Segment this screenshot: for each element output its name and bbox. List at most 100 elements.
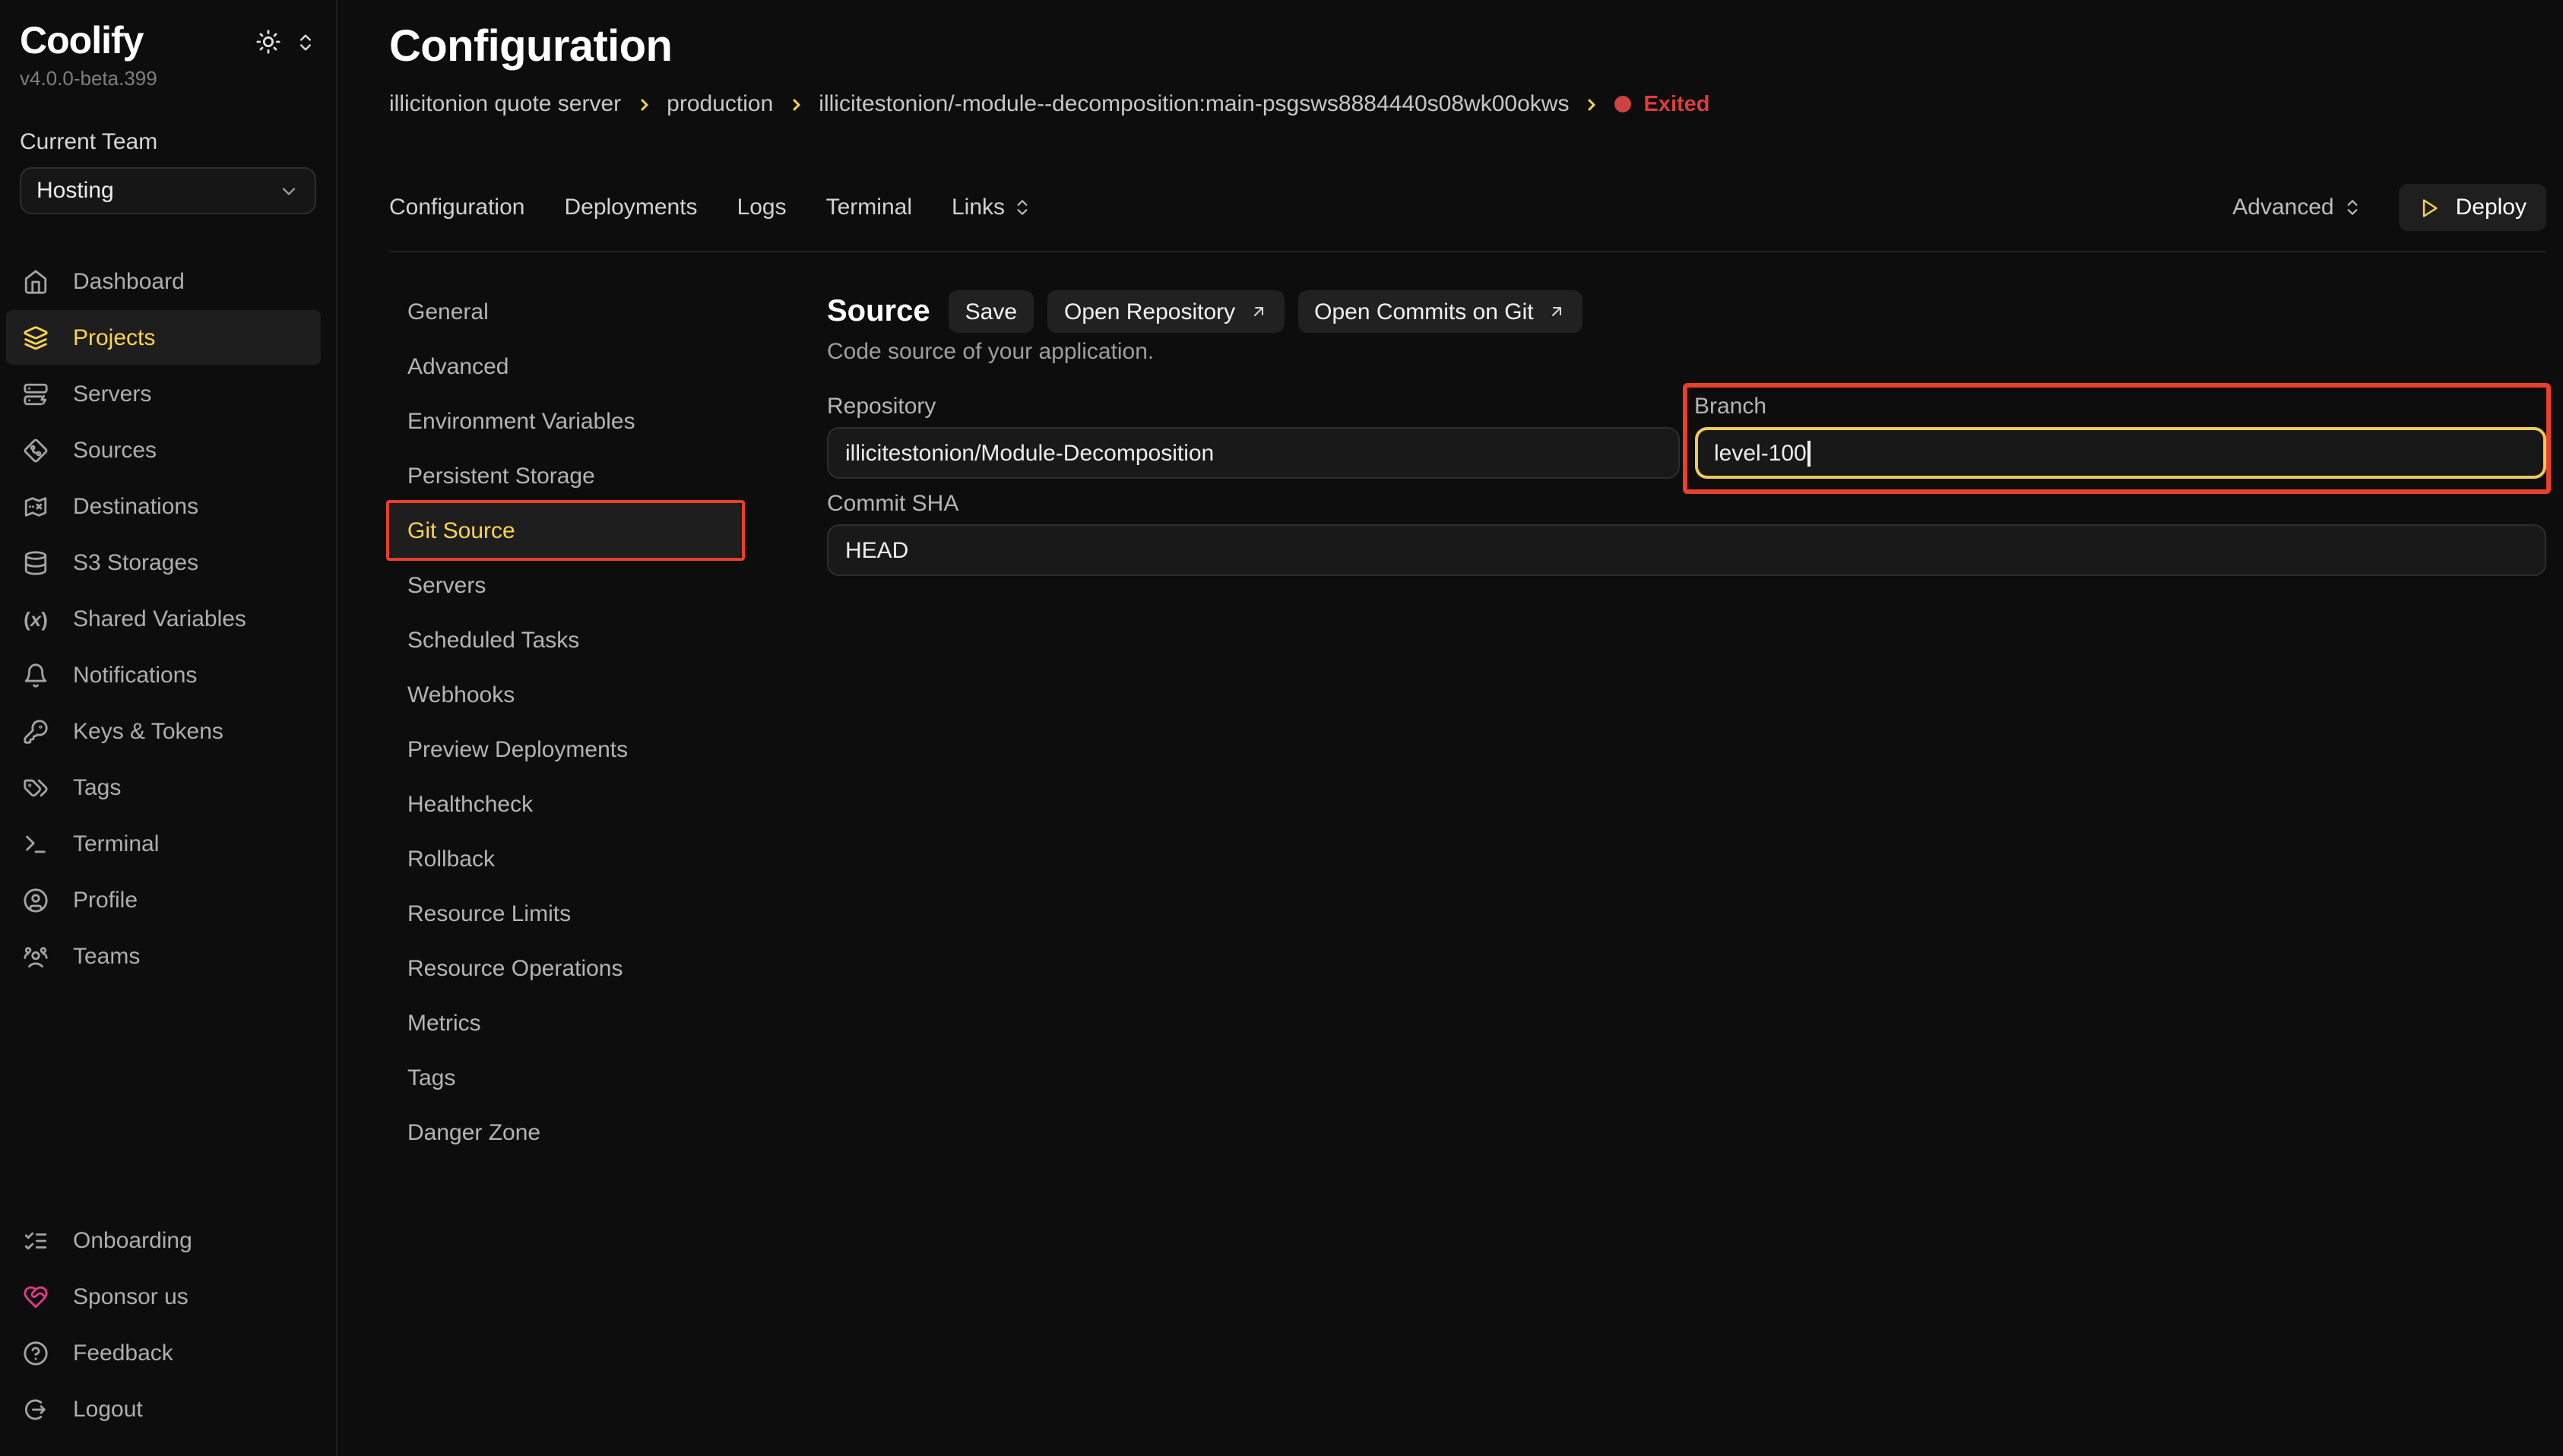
subnav-item-environment-variables[interactable]: Environment Variables [389, 394, 742, 448]
logout-icon [23, 1396, 49, 1422]
user-icon [23, 887, 49, 913]
sidebar-item-projects[interactable]: Projects [6, 310, 321, 365]
users-icon [23, 943, 49, 969]
app-logo: Coolify [20, 18, 143, 64]
sidebar-item-shared-variables[interactable]: (x) Shared Variables [6, 591, 321, 646]
team-select-value: Hosting [36, 178, 114, 204]
subnav-item-general[interactable]: General [389, 284, 742, 339]
play-icon [2419, 197, 2441, 218]
chevron-right-icon [635, 96, 653, 114]
subnav-item-rollback[interactable]: Rollback [389, 831, 742, 886]
branch-label: Branch [1694, 394, 2546, 419]
layers-icon [23, 324, 49, 350]
subnav-item-git-source[interactable]: Git Source [389, 503, 742, 558]
sidebar-item-s3-storages[interactable]: S3 Storages [6, 535, 321, 590]
tab-bar: Configuration Deployments Logs Terminal … [389, 184, 2546, 231]
source-section: Source Save Open Repository Open Commits… [827, 284, 2546, 576]
text-cursor [1808, 440, 1811, 466]
save-button[interactable]: Save [949, 290, 1034, 333]
chevron-down-icon [278, 180, 299, 201]
sidebar-item-teams[interactable]: Teams [6, 929, 321, 983]
arrow-up-right-icon [1548, 302, 1566, 321]
tab-terminal[interactable]: Terminal [826, 195, 912, 220]
sidebar-item-terminal[interactable]: Terminal [6, 816, 321, 871]
commit-sha-input[interactable] [827, 524, 2546, 576]
subnav-item-persistent-storage[interactable]: Persistent Storage [389, 448, 742, 503]
sidebar-item-servers[interactable]: Servers [6, 366, 321, 421]
deploy-button[interactable]: Deploy [2400, 184, 2546, 231]
variables-icon: (x) [23, 606, 49, 631]
tab-configuration[interactable]: Configuration [389, 195, 524, 220]
settings-subnav: General Advanced Environment Variables P… [389, 284, 742, 1160]
subnav-item-scheduled-tasks[interactable]: Scheduled Tasks [389, 612, 742, 667]
sidebar-item-dashboard[interactable]: Dashboard [6, 254, 321, 309]
breadcrumb: illicitonion quote server production ill… [389, 91, 2546, 117]
advanced-menu[interactable]: Advanced [2232, 195, 2362, 220]
subnav-item-danger-zone[interactable]: Danger Zone [389, 1105, 742, 1160]
arrow-up-right-icon [1249, 302, 1267, 321]
status-dot-icon [1614, 96, 1631, 112]
page-title: Configuration [389, 20, 2546, 74]
home-icon [23, 268, 49, 294]
branch-input[interactable]: level-100 [1694, 427, 2546, 479]
sidebar-item-profile[interactable]: Profile [6, 872, 321, 927]
bell-icon [23, 662, 49, 688]
coolify-app: Coolify v4.0.0-beta.399 Current Team Hos… [0, 0, 2563, 1456]
help-circle-icon [23, 1340, 49, 1366]
section-description: Code source of your application. [827, 339, 2546, 365]
status-badge: Exited [1614, 92, 1709, 116]
sidebar-item-destinations[interactable]: Destinations [6, 479, 321, 533]
tab-deployments[interactable]: Deployments [564, 195, 697, 220]
commit-sha-label: Commit SHA [827, 491, 2546, 517]
app-version: v4.0.0-beta.399 [0, 67, 336, 90]
sidebar: Coolify v4.0.0-beta.399 Current Team Hos… [0, 0, 337, 1456]
chevrons-up-down-icon[interactable] [295, 31, 316, 52]
open-commits-button[interactable]: Open Commits on Git [1297, 290, 1582, 333]
chevrons-up-down-icon [2343, 198, 2363, 217]
terminal-icon [23, 831, 49, 856]
sidebar-nav: Dashboard Projects Servers Sources Desti… [0, 254, 336, 985]
subnav-item-servers[interactable]: Servers [389, 558, 742, 612]
current-team-label: Current Team [0, 129, 336, 155]
subnav-item-webhooks[interactable]: Webhooks [389, 667, 742, 722]
chevron-right-icon [787, 96, 805, 114]
sidebar-item-notifications[interactable]: Notifications [6, 647, 321, 702]
repository-field: Repository [827, 394, 1679, 479]
sidebar-item-tags[interactable]: Tags [6, 760, 321, 815]
section-title: Source [827, 294, 930, 329]
tab-logs[interactable]: Logs [737, 195, 787, 220]
chevron-right-icon [1582, 96, 1601, 114]
branch-field: Branch level-100 [1694, 394, 2546, 479]
subnav-item-metrics[interactable]: Metrics [389, 995, 742, 1050]
subnav-item-tags[interactable]: Tags [389, 1050, 742, 1105]
repository-label: Repository [827, 394, 1679, 419]
commit-sha-field: Commit SHA [827, 491, 2546, 576]
chevrons-up-down-icon [1012, 198, 1032, 217]
subnav-item-healthcheck[interactable]: Healthcheck [389, 777, 742, 831]
open-repository-button[interactable]: Open Repository [1047, 290, 1284, 333]
repository-input[interactable] [827, 427, 1679, 479]
subnav-item-advanced[interactable]: Advanced [389, 339, 742, 394]
key-icon [23, 718, 49, 744]
breadcrumb-project[interactable]: illicitonion quote server [389, 91, 621, 117]
team-select[interactable]: Hosting [20, 167, 316, 214]
sidebar-item-feedback[interactable]: Feedback [6, 1325, 321, 1380]
sidebar-item-onboarding[interactable]: Onboarding [6, 1213, 321, 1268]
tab-links[interactable]: Links [952, 195, 1032, 220]
server-icon [23, 381, 49, 407]
git-source-icon [23, 437, 49, 463]
tags-icon [23, 774, 49, 800]
breadcrumb-application[interactable]: illicitestonion/-module--decomposition:m… [819, 91, 1569, 117]
subnav-item-resource-limits[interactable]: Resource Limits [389, 886, 742, 941]
sidebar-item-sources[interactable]: Sources [6, 423, 321, 477]
divider [389, 251, 2546, 252]
theme-toggle-sun-icon[interactable] [255, 29, 281, 55]
main-content: Configuration illicitonion quote server … [339, 0, 2563, 1456]
sidebar-header: Coolify [0, 18, 336, 64]
sidebar-item-keys-tokens[interactable]: Keys & Tokens [6, 704, 321, 758]
subnav-item-resource-operations[interactable]: Resource Operations [389, 941, 742, 995]
sidebar-item-logout[interactable]: Logout [6, 1382, 321, 1436]
subnav-item-preview-deployments[interactable]: Preview Deployments [389, 722, 742, 777]
sidebar-item-sponsor-us[interactable]: Sponsor us [6, 1269, 321, 1324]
breadcrumb-environment[interactable]: production [667, 91, 773, 117]
